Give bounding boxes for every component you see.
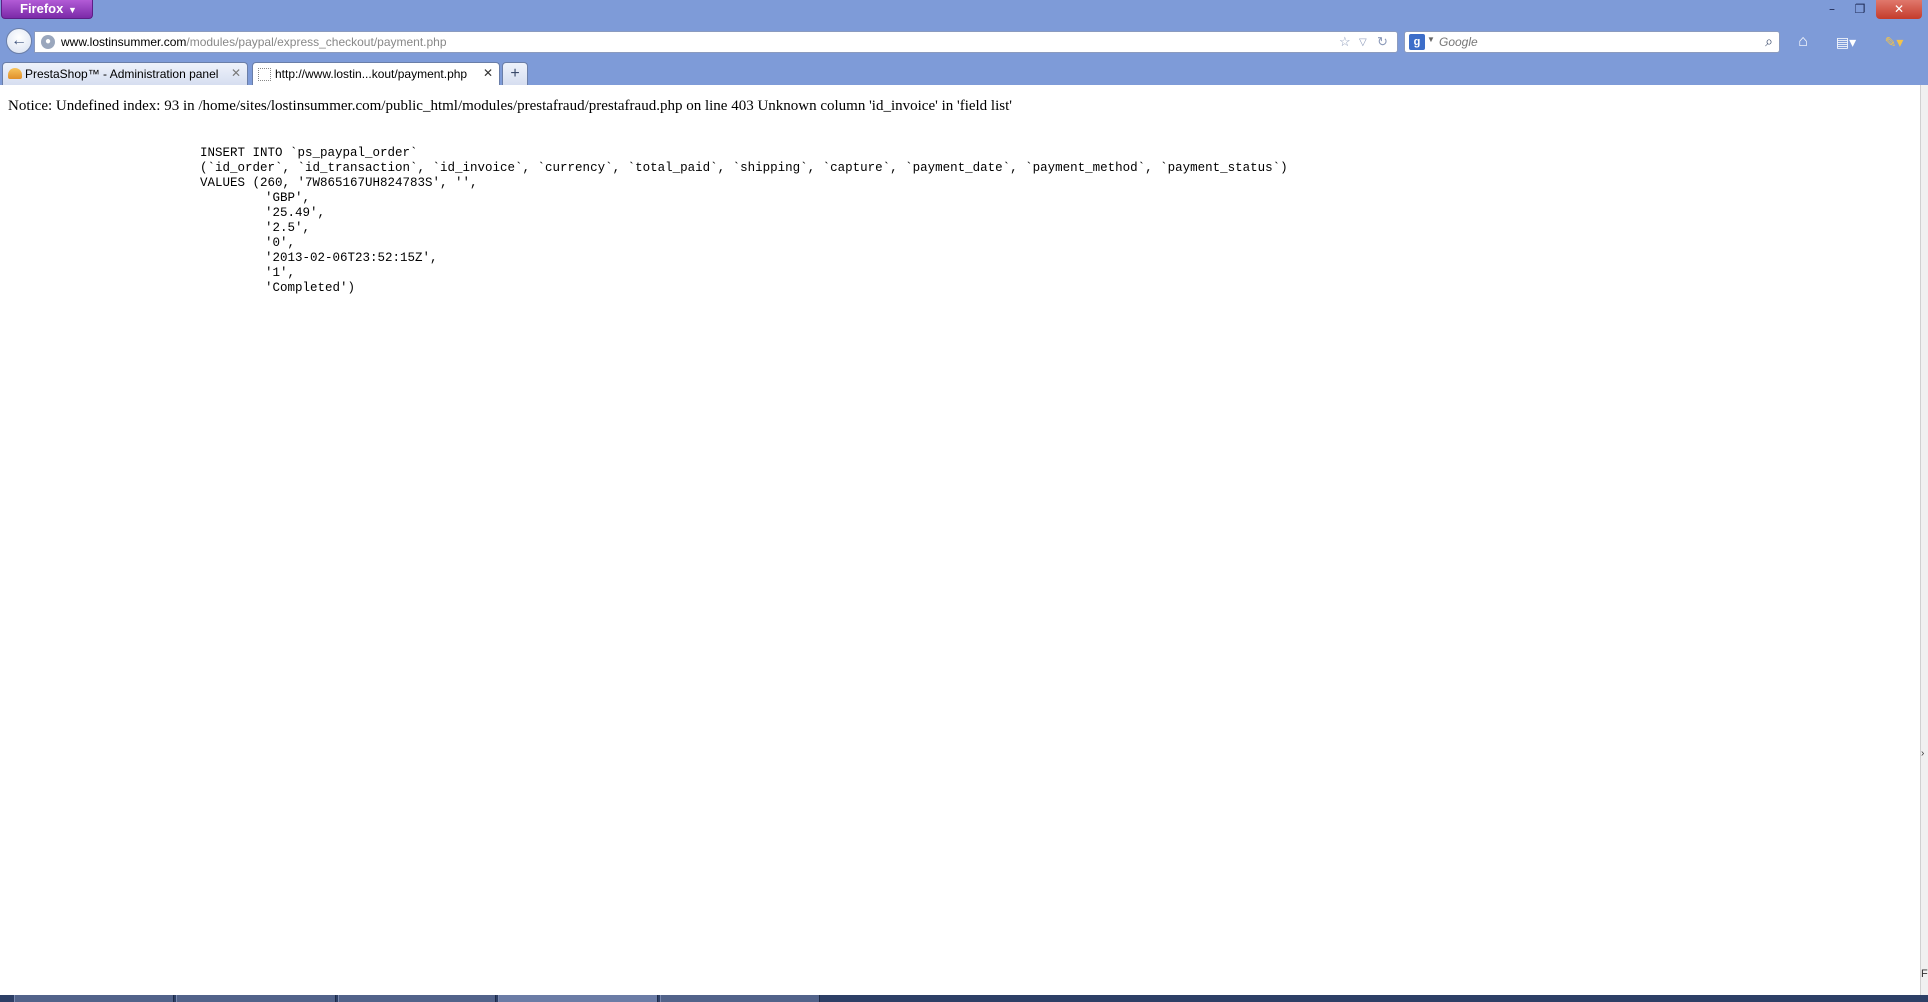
close-tab-icon[interactable]: ✕ (231, 66, 241, 80)
url-bar[interactable]: ● www.lostinsummer.com/modules/paypal/ex… (34, 31, 1398, 53)
sql-line: (`id_order`, `id_transaction`, `id_invoi… (200, 161, 1288, 175)
sql-line: '2013-02-06T23:52:15Z', (265, 251, 438, 265)
minimize-button[interactable]: – (1818, 0, 1846, 19)
sql-line: 'Completed') (265, 281, 356, 295)
plus-icon: + (510, 65, 520, 82)
browser-window: Firefox ▼ – ❐ ✕ ← ● www.lostinsummer.com… (0, 0, 1928, 1002)
firefox-menu-label: Firefox (20, 1, 64, 16)
back-button[interactable]: ← (6, 28, 32, 54)
close-window-button[interactable]: ✕ (1876, 0, 1922, 19)
taskbar (0, 995, 1928, 1002)
restore-button[interactable]: ❐ (1846, 0, 1874, 19)
blank-page-icon (258, 68, 271, 81)
close-tab-icon[interactable]: ✕ (483, 66, 493, 80)
page-content: Notice: Undefined index: 93 in /home/sit… (0, 85, 1920, 995)
vertical-scrollbar[interactable] (1920, 85, 1928, 995)
title-bar: Firefox ▼ – ❐ ✕ (0, 0, 1928, 22)
bookmark-star-icon[interactable]: ☆ (1339, 34, 1351, 50)
google-icon[interactable]: g (1409, 34, 1425, 50)
taskbar-item[interactable] (338, 995, 496, 1002)
tab-label: PrestaShop™ - Administration panel (25, 67, 219, 81)
navigation-toolbar: ← ● www.lostinsummer.com/modules/paypal/… (0, 22, 1928, 60)
home-icon: ⌂ (1798, 33, 1808, 50)
addon-button[interactable]: ✎▾ (1874, 31, 1914, 53)
prestashop-favicon-icon (8, 68, 22, 79)
url-path: /modules/paypal/express_checkout/payment… (186, 35, 447, 49)
history-dropdown-icon[interactable]: ▽ (1359, 35, 1367, 51)
search-icon[interactable]: ⌕ (1765, 33, 1773, 50)
sql-line: '2.5', (265, 221, 311, 235)
sql-line: 'GBP', (265, 191, 311, 205)
search-input[interactable] (1439, 33, 1739, 51)
sql-line: '25.49', (265, 206, 326, 220)
back-arrow-icon: ← (11, 32, 27, 49)
new-tab-button[interactable]: + (502, 62, 528, 85)
bookmarks-icon: ▤▾ (1835, 34, 1857, 50)
reload-icon[interactable]: ↻ (1377, 34, 1388, 50)
tab-payment-page[interactable]: http://www.lostin...kout/payment.php ✕ (252, 62, 500, 85)
tab-label: http://www.lostin...kout/payment.php (275, 67, 468, 81)
firefox-menu-button[interactable]: Firefox ▼ (1, 0, 93, 19)
php-notice: Notice: Undefined index: 93 in /home/sit… (8, 98, 1012, 114)
sql-line: '1', (265, 266, 296, 280)
chevron-down-icon: ▼ (68, 5, 77, 15)
sql-line: '0', (265, 236, 296, 250)
url-host: www.lostinsummer.com (61, 35, 187, 49)
sql-query: INSERT INTO `ps_paypal_order` (`id_order… (200, 146, 1288, 296)
chevron-right-icon[interactable]: › (1921, 748, 1924, 759)
taskbar-item[interactable] (176, 995, 336, 1002)
taskbar-item[interactable] (660, 995, 820, 1002)
bookmarks-menu-button[interactable]: ▤▾ (1826, 31, 1866, 53)
search-bar[interactable]: g ▼ ⌕ (1404, 31, 1780, 53)
sql-line: INSERT INTO `ps_paypal_order` (200, 146, 418, 160)
url-text[interactable]: www.lostinsummer.com/modules/paypal/expr… (61, 34, 447, 50)
sql-line: VALUES (260, '7W865167UH824783S', '', (200, 176, 478, 190)
tab-prestashop-admin[interactable]: PrestaShop™ - Administration panel ✕ (2, 62, 248, 85)
edge-letter: F (1921, 968, 1928, 980)
tab-strip: PrestaShop™ - Administration panel ✕ htt… (0, 60, 1928, 85)
chevron-down-icon[interactable]: ▼ (1427, 35, 1435, 44)
taskbar-item[interactable] (14, 995, 174, 1002)
globe-icon[interactable]: ● (41, 35, 55, 49)
taskbar-item[interactable] (498, 995, 658, 1002)
addon-icon: ✎▾ (1884, 34, 1904, 50)
home-button[interactable]: ⌂ (1790, 31, 1816, 53)
